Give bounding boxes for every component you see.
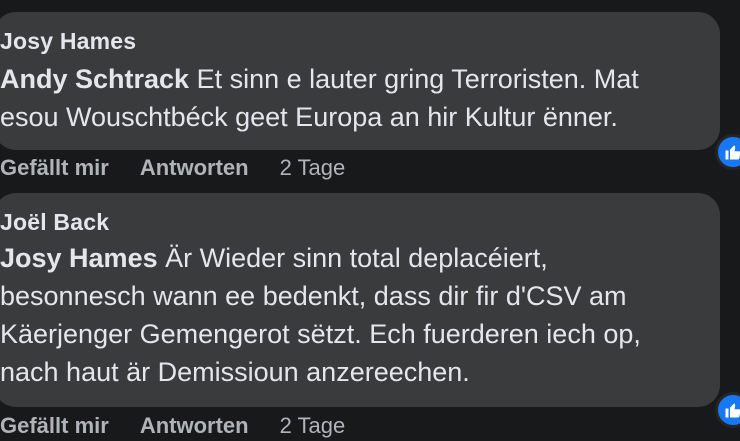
reaction-badge[interactable]: [715, 134, 740, 170]
thumbs-up-icon: [725, 145, 740, 160]
comment-actions: Gefällt mir Antworten 2 Tage: [0, 413, 345, 439]
mention-link[interactable]: Josy Hames: [0, 243, 158, 273]
comment-thread: Josy Hames Andy Schtrack Et sinn e laute…: [0, 0, 740, 441]
like-button[interactable]: Gefällt mir: [0, 155, 109, 181]
comment-timestamp[interactable]: 2 Tage: [280, 155, 346, 181]
like-button[interactable]: Gefällt mir: [0, 413, 109, 439]
comment-text: Andy Schtrack Et sinn e lauter gring Ter…: [0, 60, 700, 136]
reply-button[interactable]: Antworten: [140, 155, 249, 181]
comment-text: Josy Hames Är Wieder sinn total deplacéi…: [0, 239, 700, 391]
comment-timestamp[interactable]: 2 Tage: [280, 413, 346, 439]
reply-button[interactable]: Antworten: [140, 413, 249, 439]
comment-author[interactable]: Josy Hames: [0, 28, 136, 55]
reaction-badge[interactable]: [715, 392, 740, 428]
comment-author[interactable]: Joël Back: [0, 209, 109, 236]
comment-bubble: Joël Back Josy Hames Är Wieder sinn tota…: [0, 193, 720, 407]
mention-link[interactable]: Andy Schtrack: [0, 64, 189, 94]
comment-bubble: Josy Hames Andy Schtrack Et sinn e laute…: [0, 12, 720, 150]
comment-actions: Gefällt mir Antworten 2 Tage: [0, 155, 345, 181]
thumbs-up-icon: [725, 403, 740, 418]
